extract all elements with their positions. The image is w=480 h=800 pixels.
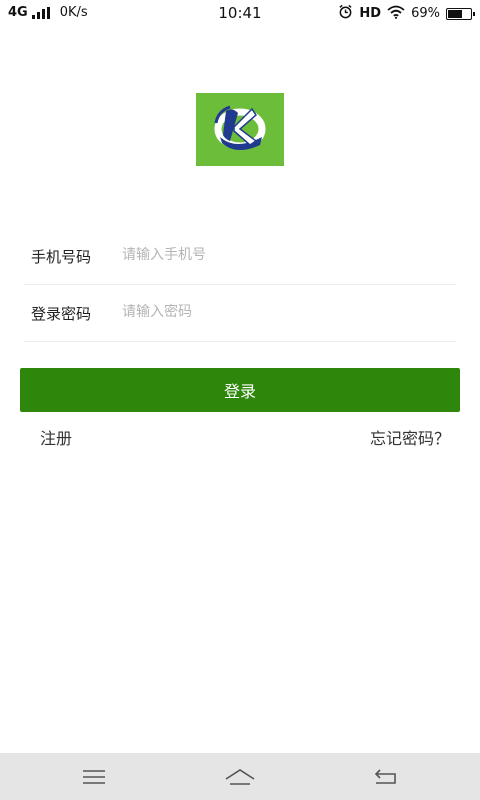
phone-label: 手机号码 bbox=[31, 248, 92, 266]
phone-row: 手机号码 bbox=[24, 227, 456, 285]
back-button[interactable] bbox=[346, 753, 426, 800]
password-row: 登录密码 bbox=[24, 284, 456, 342]
home-button[interactable] bbox=[200, 753, 280, 800]
battery-level bbox=[448, 9, 462, 18]
forgot-password-link[interactable]: 忘记密码？ bbox=[370, 425, 450, 449]
phone-input[interactable] bbox=[122, 241, 442, 269]
password-label: 登录密码 bbox=[31, 305, 92, 323]
back-icon bbox=[374, 768, 396, 784]
alarm-icon bbox=[338, 4, 353, 23]
home-icon bbox=[225, 768, 255, 785]
login-screen: 4G 0K/s 10:41 HD 69% 手机号码 请输入手机号 登录密码 登录… bbox=[0, 0, 480, 800]
menu-icon bbox=[83, 769, 105, 784]
battery-percent: 69% bbox=[411, 6, 440, 21]
register-link[interactable]: 注册 bbox=[40, 425, 72, 449]
menu-button[interactable] bbox=[54, 753, 134, 800]
status-bar: 4G 0K/s 10:41 HD 69% bbox=[0, 0, 480, 28]
hd-indicator: HD bbox=[359, 6, 382, 21]
login-button[interactable]: 登录 bbox=[20, 368, 460, 412]
navigation-bar bbox=[0, 753, 480, 800]
status-right: HD 69% bbox=[338, 4, 475, 23]
password-input[interactable] bbox=[122, 298, 442, 326]
battery-icon bbox=[446, 7, 475, 20]
wifi-icon bbox=[387, 5, 405, 23]
app-logo bbox=[196, 93, 284, 166]
app-logo-icon bbox=[214, 105, 266, 151]
